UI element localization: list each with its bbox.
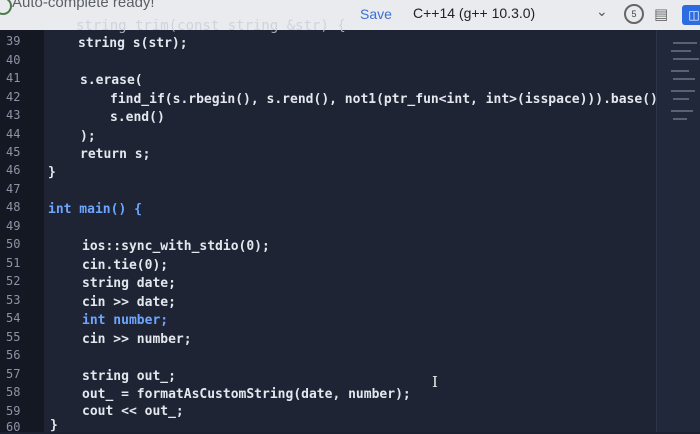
chevron-down-icon[interactable]: ⌄ bbox=[596, 4, 608, 20]
code-line: cout << out_; bbox=[82, 404, 184, 419]
code-line: out_ = formatAsCustomString(date, number… bbox=[82, 387, 411, 402]
line-number: 41 bbox=[6, 71, 21, 85]
minimap-line bbox=[673, 118, 687, 120]
line-number: 57 bbox=[6, 367, 21, 381]
code-line: cin.tie(0); bbox=[82, 258, 169, 273]
line-number: 46 bbox=[6, 163, 21, 177]
line-number: 50 bbox=[6, 237, 21, 251]
code-line: string date; bbox=[82, 276, 176, 291]
line-number: 54 bbox=[6, 311, 21, 325]
line-number: 48 bbox=[6, 200, 21, 214]
minimap-line bbox=[673, 98, 689, 100]
code-line: find_if(s.rbegin(), s.rend(), not1(ptr_f… bbox=[110, 92, 666, 107]
line-number: 47 bbox=[6, 182, 21, 196]
code-line: ); bbox=[80, 129, 96, 144]
code-line: return s; bbox=[80, 147, 151, 162]
line-number: 45 bbox=[6, 145, 21, 159]
code-line: string s(str); bbox=[78, 36, 188, 51]
reset-icon[interactable]: 5 bbox=[624, 4, 644, 24]
code-minimap[interactable] bbox=[656, 30, 700, 432]
line-number: 55 bbox=[6, 330, 21, 344]
line-number: 58 bbox=[6, 385, 21, 399]
minimap-line bbox=[673, 42, 697, 44]
autocomplete-status: Auto-complete ready! bbox=[12, 0, 155, 11]
settings-icon[interactable]: ▤ bbox=[654, 5, 668, 23]
code-line-keyword: int number; bbox=[82, 313, 169, 328]
minimap-line bbox=[671, 70, 689, 72]
code-line: cin >> date; bbox=[82, 295, 176, 310]
line-number: 43 bbox=[6, 108, 21, 122]
minimap-line bbox=[671, 110, 693, 112]
line-number: 52 bbox=[6, 274, 21, 288]
check-circle-icon bbox=[0, 0, 12, 15]
save-button[interactable]: Save bbox=[360, 6, 392, 22]
code-line: cin >> number; bbox=[82, 332, 192, 347]
minimap-line bbox=[673, 78, 695, 80]
line-number: 53 bbox=[6, 293, 21, 307]
minimap-line bbox=[671, 90, 695, 92]
code-line: } bbox=[48, 165, 56, 180]
code-line: ios::sync_with_stdio(0); bbox=[82, 239, 270, 254]
language-select[interactable]: C++14 (g++ 10.3.0) bbox=[413, 5, 535, 21]
layout-toggle-icon[interactable]: ◫ bbox=[682, 5, 700, 25]
partial-code-line: string trim(const string &str) { bbox=[76, 18, 346, 34]
code-line: s.erase( bbox=[80, 73, 143, 88]
line-number: 49 bbox=[6, 219, 21, 233]
code-line: } bbox=[50, 418, 58, 433]
line-number: 51 bbox=[6, 256, 21, 270]
code-line: s.end() bbox=[110, 110, 165, 125]
line-number: 59 bbox=[6, 404, 21, 418]
line-number: 44 bbox=[6, 127, 21, 141]
code-line-keyword: int main() { bbox=[48, 202, 142, 217]
line-number: 40 bbox=[6, 53, 21, 67]
line-number: 56 bbox=[6, 348, 21, 362]
text-cursor-icon: I bbox=[432, 373, 438, 391]
code-line: string out_; bbox=[82, 369, 176, 384]
line-number: 42 bbox=[6, 90, 21, 104]
minimap-line bbox=[671, 50, 691, 52]
minimap-line bbox=[673, 58, 699, 60]
line-number: 39 bbox=[6, 34, 21, 48]
